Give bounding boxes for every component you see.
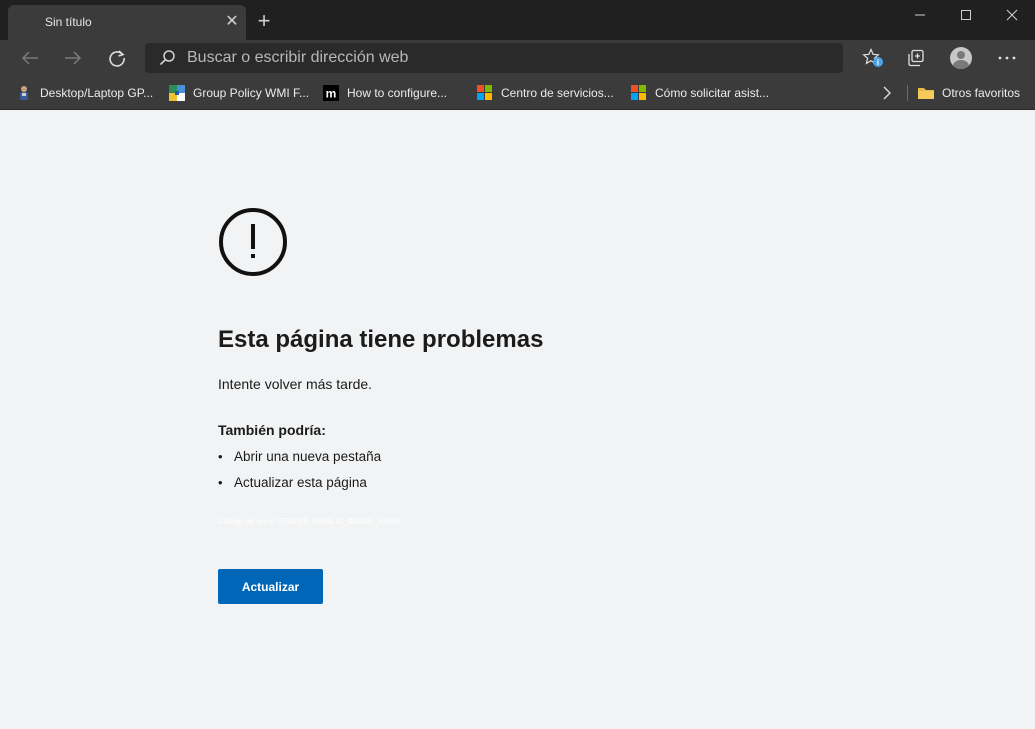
favorite-star-icon[interactable]: i [857,43,889,73]
refresh-icon[interactable] [101,43,133,73]
favorite-item[interactable]: Cómo solicitar asist... [631,82,769,104]
collections-icon[interactable] [900,43,932,73]
favorite-label: How to configure... [347,86,448,100]
favorite-item[interactable]: Desktop/Laptop GP... [16,82,153,104]
maximize-icon[interactable] [943,0,989,30]
favorites-divider [907,85,908,101]
folder-icon [918,88,934,99]
toolbar: i [0,40,1035,77]
favorites-bar: Desktop/Laptop GP... Group Policy WMI F.… [0,77,1035,110]
favorite-item[interactable]: Group Policy WMI F... [169,82,309,104]
favorite-item[interactable]: Centro de servicios... [477,82,614,104]
svg-text:i: i [877,58,879,67]
favorites-overflow-chevron-icon[interactable] [882,82,892,104]
favorite-label: Cómo solicitar asist... [655,86,770,100]
tab-title: Sin título [45,15,92,29]
error-code: Código de error: STATUS_INVALID_IMAGE_HA… [218,517,401,526]
suggestions-list: Abrir una nueva pestaña Actualizar esta … [218,448,381,500]
back-icon[interactable] [14,43,46,73]
tab-active[interactable]: Sin título ✕ [8,5,246,40]
favorite-label: Desktop/Laptop GP... [40,86,154,100]
search-icon [159,50,175,66]
minimize-icon[interactable] [897,0,943,30]
close-window-icon[interactable] [989,0,1035,30]
address-input[interactable] [187,43,827,73]
svg-text:m: m [326,87,337,101]
person-icon [20,86,28,100]
suggestion-item: Actualizar esta página [218,474,381,500]
address-bar[interactable] [145,43,843,73]
favorite-label: Centro de servicios... [501,86,614,100]
profile-avatar-icon[interactable] [945,43,977,73]
new-tab-icon[interactable]: + [253,10,275,32]
suggestions-heading: También podría: [218,422,326,438]
other-favorites-label: Otros favoritos [942,86,1021,100]
tab-close-icon[interactable]: ✕ [222,12,242,32]
microsoft-logo-icon [477,85,493,101]
refresh-button[interactable]: Actualizar [218,569,323,604]
more-menu-icon[interactable] [991,43,1023,73]
favorite-item[interactable]: m How to configure... [323,82,447,104]
error-subtitle: Intente volver más tarde. [218,376,373,392]
error-title: Esta página tiene problemas [218,326,544,353]
error-exclamation-icon [219,208,287,276]
error-page: Esta página tiene problemas Intente volv… [0,110,1035,729]
other-favorites-folder[interactable]: Otros favoritos [918,82,1020,104]
microsoft-logo-icon [631,85,647,101]
m-logo-icon: m [323,85,339,101]
forward-icon[interactable] [57,43,89,73]
title-bar: Sin título ✕ + [0,0,1035,40]
suggestion-item: Abrir una nueva pestaña [218,448,381,474]
puzzle-icon [169,85,185,101]
favorite-label: Group Policy WMI F... [193,86,310,100]
